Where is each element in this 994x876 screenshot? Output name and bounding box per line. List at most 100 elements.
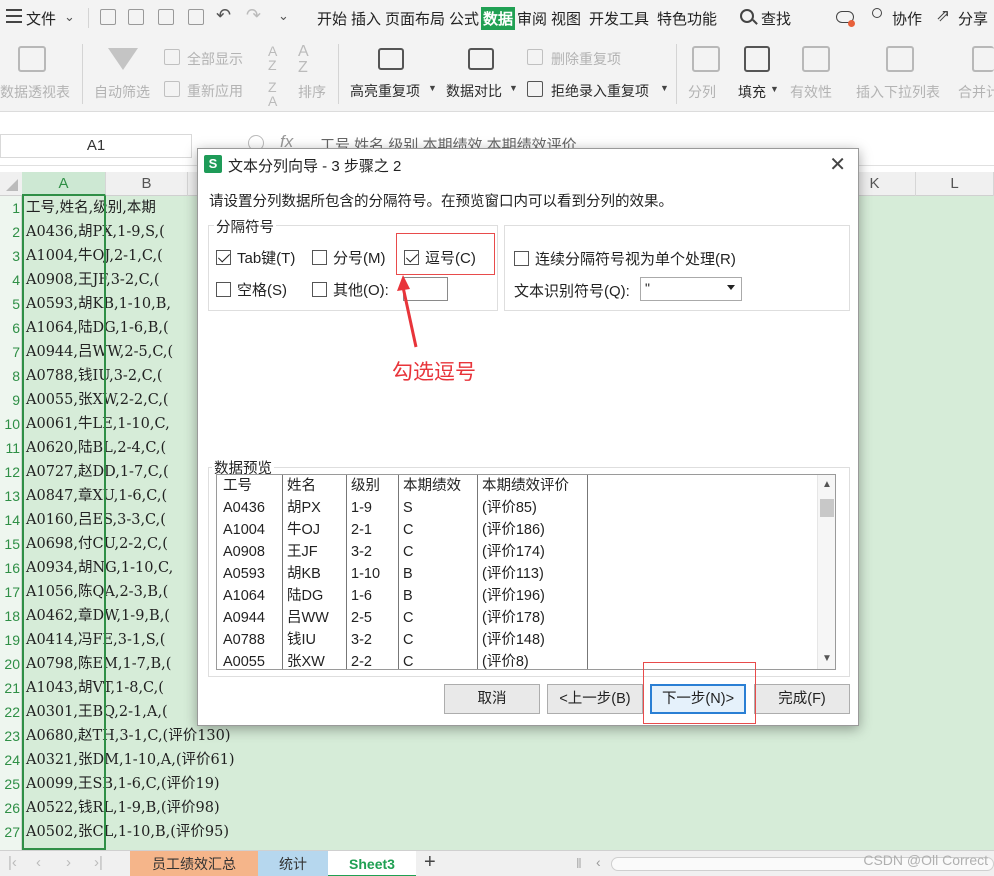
data-preview[interactable]: 工号 A0436 A1004 A0908 A0593 A1064 A0944 A0788 A00… <box>216 474 836 670</box>
dropdown-arrow-icon[interactable]: ▼ <box>509 83 518 93</box>
menu-page-layout[interactable]: 页面布局 <box>385 8 445 29</box>
show-all-icon[interactable] <box>164 49 180 65</box>
row-number[interactable]: 7 <box>0 340 22 364</box>
highlight-duplicates-button[interactable]: 高亮重复项 <box>350 81 420 101</box>
reapply-button[interactable]: 重新应用 <box>187 81 243 101</box>
row-number[interactable]: 18 <box>0 604 22 628</box>
row-number[interactable]: 5 <box>0 292 22 316</box>
cancel-button[interactable]: 取消 <box>444 684 540 714</box>
cell-a[interactable]: A1064,陆DG,1-6,B,( <box>26 316 169 340</box>
sort-az-icon[interactable]: AZ <box>268 44 277 72</box>
row-number[interactable]: 8 <box>0 364 22 388</box>
fill-icon[interactable] <box>744 46 770 72</box>
row-number[interactable]: 24 <box>0 748 22 772</box>
last-sheet-icon[interactable]: ›| <box>94 854 103 871</box>
space-check-icon[interactable] <box>216 282 231 297</box>
cell-a[interactable]: A0593,胡KB,1-10,B, <box>26 292 171 316</box>
row-number[interactable]: 2 <box>0 220 22 244</box>
menu-home[interactable]: 开始 <box>317 8 347 29</box>
column-header-l[interactable]: L <box>916 172 994 196</box>
menu-formula[interactable]: 公式 <box>449 8 479 29</box>
row-number[interactable]: 22 <box>0 700 22 724</box>
cell-a[interactable]: A1004,牛OJ,2-1,C,( <box>26 244 163 268</box>
first-sheet-icon[interactable]: |‹ <box>8 854 17 871</box>
text-qualifier-select[interactable]: " <box>640 277 742 301</box>
cell-a[interactable]: A0160,吕ES,3-3,C,( <box>26 508 166 532</box>
sort-za-icon[interactable]: ZA <box>268 80 277 108</box>
scroll-left-icon[interactable]: ‹ <box>596 854 601 870</box>
semicolon-checkbox[interactable]: 分号(M) <box>312 247 386 268</box>
row-number[interactable]: 14 <box>0 508 22 532</box>
cell-a[interactable]: A0788,钱IU,3-2,C,( <box>26 364 163 388</box>
format-painter-icon[interactable] <box>128 9 144 25</box>
more-icon[interactable]: ⌄ <box>278 8 289 24</box>
add-sheet-button[interactable]: + <box>424 851 436 874</box>
row-number[interactable]: 25 <box>0 772 22 796</box>
cell-a[interactable]: A0847,章XU,1-6,C,( <box>26 484 167 508</box>
cell-a[interactable]: A1056,陈QA,2-3,B,( <box>26 580 168 604</box>
tab-checkbox[interactable]: Tab键(T) <box>216 247 295 268</box>
finish-button[interactable]: 完成(F) <box>754 684 850 714</box>
cell-a[interactable]: A0462,章DW,1-9,B,( <box>26 604 170 628</box>
preview-scrollbar[interactable]: ▲ ▼ <box>817 475 835 669</box>
print-preview-icon[interactable] <box>188 9 204 25</box>
select-all-corner[interactable] <box>6 179 18 191</box>
prev-sheet-icon[interactable]: ‹ <box>36 854 41 871</box>
remove-duplicates-button[interactable]: 删除重复项 <box>551 49 621 69</box>
dropdown-arrow-icon[interactable]: ▼ <box>770 84 779 94</box>
cell-a[interactable]: A0798,陈EM,1-7,B,( <box>26 652 171 676</box>
column-header-a[interactable]: A <box>22 172 106 196</box>
data-compare-button[interactable]: 数据对比 <box>446 81 502 101</box>
row-number[interactable]: 27 <box>0 820 22 844</box>
row-number[interactable]: 15 <box>0 532 22 556</box>
row-number[interactable]: 23 <box>0 724 22 748</box>
row-number[interactable]: 1 <box>0 196 22 220</box>
tab-statistics[interactable]: 统计 <box>258 851 328 876</box>
row-number[interactable]: 4 <box>0 268 22 292</box>
cell-a[interactable]: A0944,吕WW,2-5,C,( <box>26 340 173 364</box>
other-checkbox[interactable]: 其他(O): <box>312 279 389 300</box>
share-icon[interactable]: ⇗ <box>936 6 950 26</box>
row-number[interactable]: 10 <box>0 412 22 436</box>
cell-a[interactable]: A0414,冯FE,3-1,S,( <box>26 628 165 652</box>
menu-review[interactable]: 审阅 <box>517 8 547 29</box>
cell-a[interactable]: A0301,王BQ,2-1,A,( <box>26 700 168 724</box>
data-compare-icon[interactable] <box>468 48 494 70</box>
insert-dropdown-list-icon[interactable] <box>886 46 914 72</box>
dropdown-arrow-icon[interactable]: ▼ <box>428 83 437 93</box>
cell-a[interactable]: A0908,王JF,3-2,C,( <box>26 268 160 292</box>
cell-a[interactable]: A0055,张XW,2-2,C,( <box>26 388 169 412</box>
row-number[interactable]: 9 <box>0 388 22 412</box>
merge-calc-button[interactable]: 合并计 <box>958 82 994 102</box>
insert-dropdown-list-button[interactable]: 插入下拉列表 <box>856 82 940 102</box>
validity-icon[interactable] <box>802 46 830 72</box>
row-number[interactable]: 6 <box>0 316 22 340</box>
cell-a[interactable]: A0680,赵TH,3-1,C,(评价130) <box>26 724 231 748</box>
close-icon[interactable]: ✕ <box>829 152 846 177</box>
pivot-table-icon[interactable] <box>18 46 46 72</box>
fill-button[interactable]: 填充 <box>738 82 766 102</box>
split-icon[interactable] <box>692 46 720 72</box>
menu-developer[interactable]: 开发工具 <box>589 8 649 29</box>
row-number[interactable]: 20 <box>0 652 22 676</box>
row-number[interactable]: 11 <box>0 436 22 460</box>
name-box[interactable]: A1 <box>0 134 192 158</box>
menu-view[interactable]: 视图 <box>551 8 581 29</box>
tab-check-icon[interactable] <box>216 250 231 265</box>
other-check-icon[interactable] <box>312 282 327 297</box>
collab-button[interactable]: 协作 <box>892 8 922 29</box>
cell-a[interactable]: A0099,王SB,1-6,C,(评价19) <box>26 772 220 796</box>
menu-data[interactable]: 数据 <box>481 7 516 30</box>
share-button[interactable]: 分享 <box>958 8 988 29</box>
tab-sheet3[interactable]: Sheet3 <box>328 851 416 876</box>
row-number[interactable]: 16 <box>0 556 22 580</box>
cell-a[interactable]: A0061,牛LE,1-10,C, <box>26 412 170 436</box>
validity-button[interactable]: 有效性 <box>790 82 832 102</box>
menu-special[interactable]: 特色功能 <box>657 8 717 29</box>
pivot-table-button[interactable]: 数据透视表 <box>0 82 70 102</box>
scroll-splitter-icon[interactable]: ‖ <box>576 855 582 871</box>
scroll-down-icon[interactable]: ▼ <box>822 653 832 664</box>
cell-a[interactable]: A0436,胡PX,1-9,S,( <box>26 220 165 244</box>
row-number[interactable]: 17 <box>0 580 22 604</box>
row-number[interactable]: 13 <box>0 484 22 508</box>
